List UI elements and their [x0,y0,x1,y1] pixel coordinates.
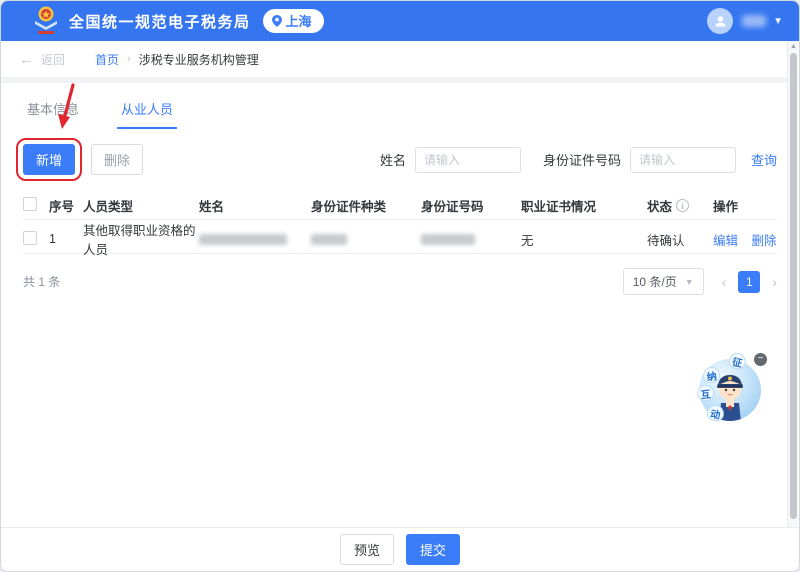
location-badge[interactable]: 上海 [262,9,324,33]
user-avatar[interactable] [707,8,734,34]
app-title: 全国统一规范电子税务局 [69,13,251,31]
cell-id-type-redacted [311,233,347,245]
name-search-input[interactable] [414,146,521,173]
main-content: 基本信息 从业人员 新增 删除 姓名 身份证件号码 查询 序号 人员类型 姓名 … [1,83,799,529]
status-info-icon[interactable]: i [676,199,690,212]
cell-certificate: 无 [521,233,534,248]
id-search-input[interactable] [629,146,736,173]
toolbar: 新增 删除 姓名 身份证件号码 查询 [16,138,777,181]
name-search-label: 姓名 [379,153,406,168]
footer-actions: 预览 提交 [1,527,799,571]
scrollbar-thumb[interactable] [790,53,797,519]
table-header: 序号 人员类型 姓名 身份证件种类 身份证号码 职业证书情况 状态 i 操作 [23,192,777,220]
tab-employees[interactable]: 从业人员 [117,97,178,129]
col-id-type: 身份证件种类 [311,200,387,214]
pagination: 共 1 条 10 条/页 ▼ ‹ 1 › [23,268,777,295]
col-id-number: 身份证号码 [421,200,484,214]
app-window: 全国统一规范电子税务局 上海 ▼ ← 返回 首页 › 涉税专业服务机构管理 基本… [0,0,800,572]
back-link[interactable]: 返回 [41,51,65,68]
cell-index: 1 [49,232,56,246]
col-name: 姓名 [199,200,225,214]
total-count-label: 共 1 条 [23,275,61,289]
preview-button[interactable]: 预览 [339,534,394,565]
row-checkbox[interactable] [23,230,37,245]
edit-link[interactable]: 编辑 [713,234,738,248]
table-row: 1 其他取得职业资格的人员 无 待确认 编辑 删除 [23,220,777,257]
interaction-mascot-widget[interactable]: 征 纳 互 动 − [695,351,767,427]
user-menu-chevron-icon[interactable]: ▼ [773,16,783,27]
back-arrow-icon[interactable]: ← [19,52,34,67]
col-status: 状态 [647,200,673,214]
id-search-label: 身份证件号码 [542,153,621,168]
prev-page-button[interactable]: ‹ [722,274,727,290]
select-chevron-icon: ▼ [684,276,694,287]
col-index: 序号 [49,200,75,214]
select-all-checkbox[interactable] [23,197,37,211]
col-person-type: 人员类型 [83,200,134,214]
username-redacted [742,15,767,27]
top-header: 全国统一规范电子税务局 上海 ▼ [1,1,799,41]
delete-button[interactable]: 删除 [91,144,144,175]
submit-button[interactable]: 提交 [406,534,461,565]
scrollbar-up-arrow-icon[interactable]: ▲ [790,43,797,50]
cell-person-type: 其他取得职业资格的人员 [83,224,196,257]
tab-basic-info[interactable]: 基本信息 [23,97,83,129]
add-button[interactable]: 新增 [23,144,76,175]
location-pin-icon [271,14,282,27]
delete-link[interactable]: 删除 [752,234,777,248]
tab-bar: 基本信息 从业人员 [23,97,777,129]
next-page-button[interactable]: › [772,274,777,290]
breadcrumb-current: 涉税专业服务机构管理 [138,52,259,67]
breadcrumb: ← 返回 首页 › 涉税专业服务机构管理 [1,41,799,77]
breadcrumb-separator: › [127,53,131,65]
tax-bureau-logo-icon [35,6,57,34]
query-button[interactable]: 查询 [751,150,777,169]
page-size-value: 10 条/页 [632,275,677,289]
vertical-scrollbar[interactable]: ▲ [787,41,798,528]
cell-status: 待确认 [647,233,685,248]
person-icon [715,15,726,26]
page-size-select[interactable]: 10 条/页 ▼ [622,268,704,295]
cell-name-redacted [199,233,287,245]
cell-id-number-redacted [421,233,475,245]
location-label: 上海 [285,14,312,29]
col-certificate: 职业证书情况 [521,200,597,214]
mascot-minimize-button[interactable]: − [754,353,767,366]
col-actions: 操作 [713,200,739,214]
current-page-button[interactable]: 1 [738,270,761,293]
breadcrumb-home[interactable]: 首页 [95,51,119,68]
